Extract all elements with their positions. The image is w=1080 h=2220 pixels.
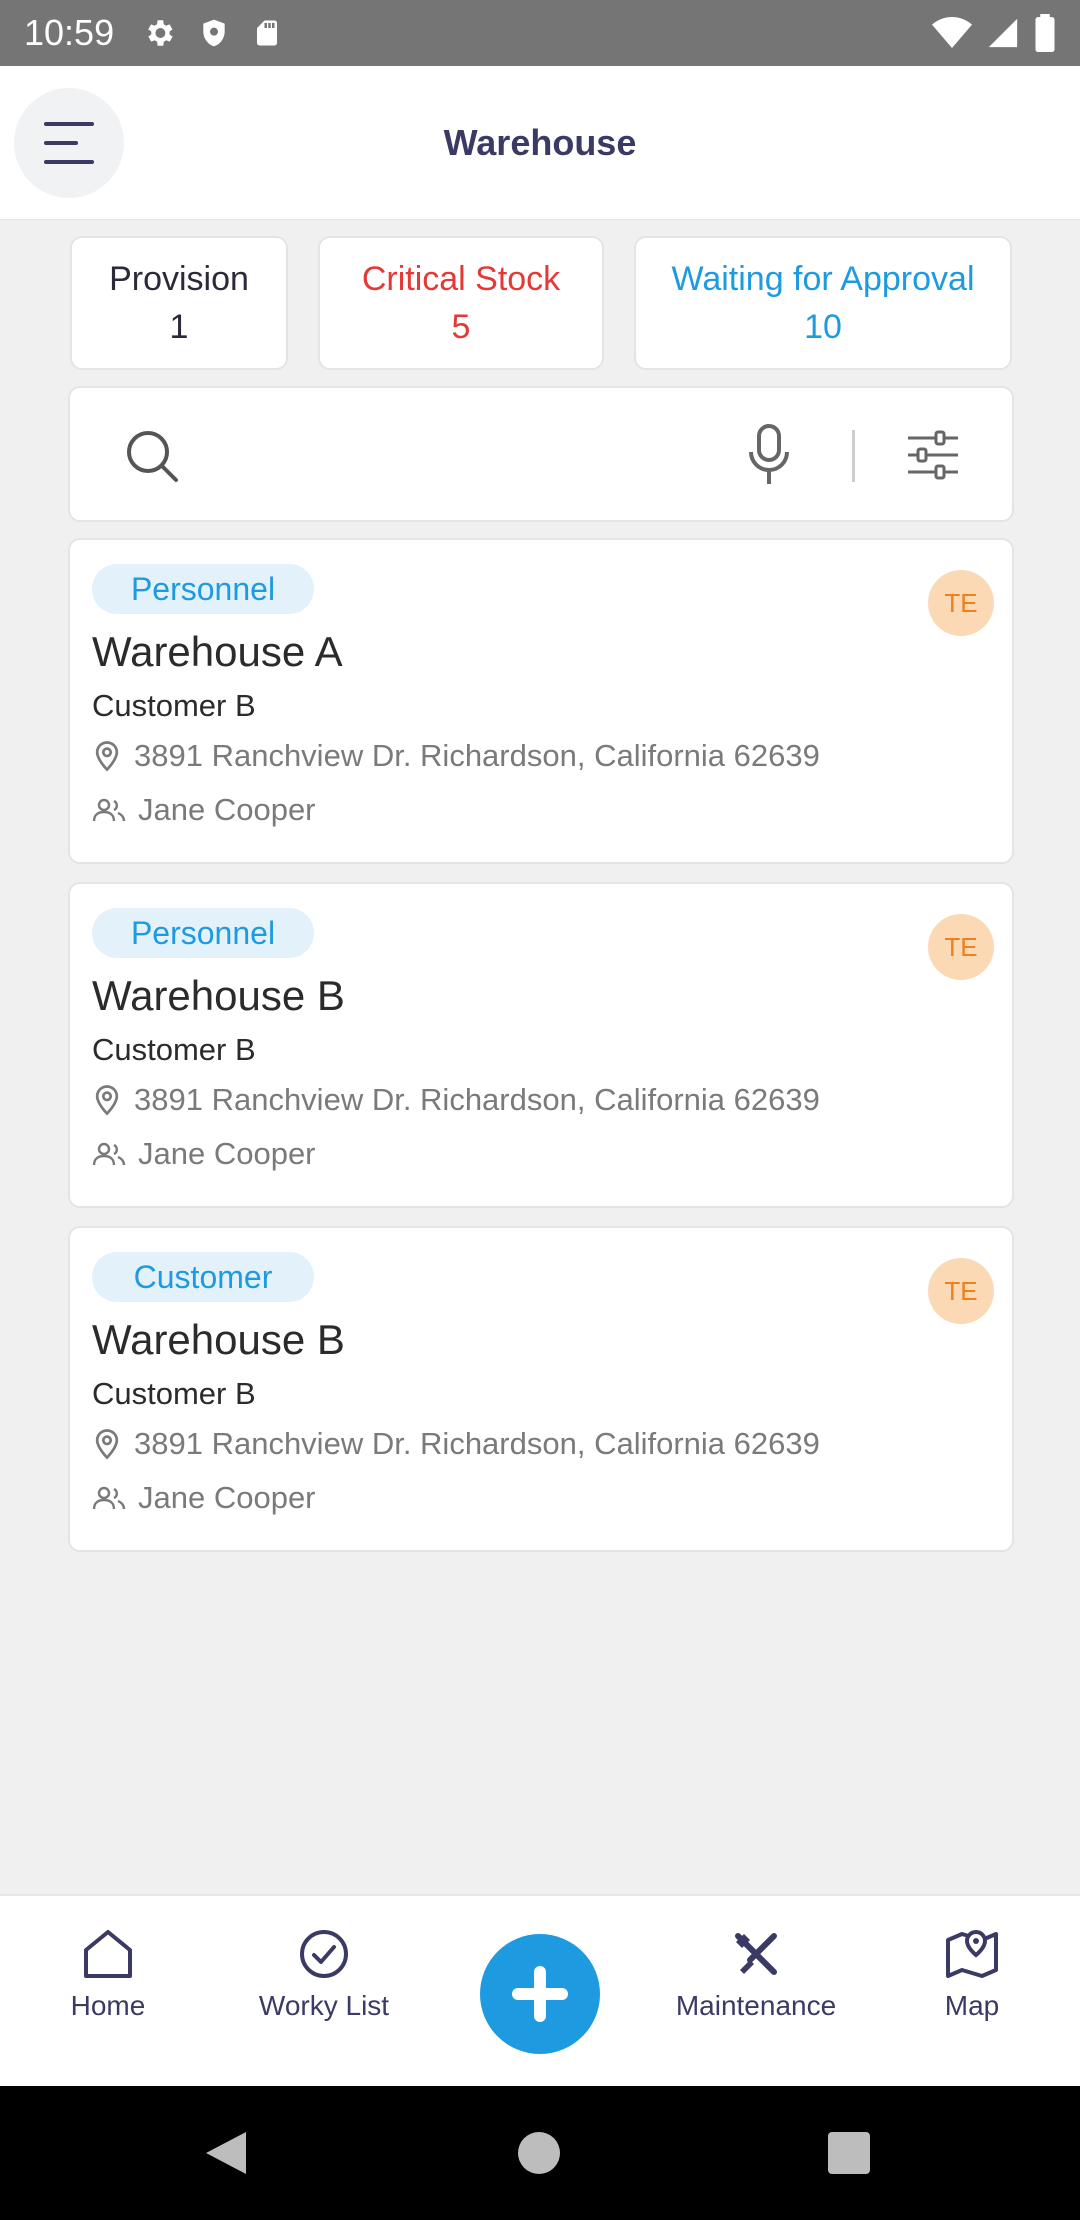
settings-icon — [148, 20, 173, 46]
card-address: 3891 Ranchview Dr. Richardson, Californi… — [134, 738, 820, 773]
card-address: 3891 Ranchview Dr. Richardson, Californi… — [134, 1426, 820, 1461]
search-divider — [852, 430, 855, 482]
card-title: Warehouse B — [92, 972, 345, 1019]
people-icon — [92, 1486, 126, 1510]
nav-worky-list-label: Worky List — [258, 1990, 390, 2021]
critical-stock-count: 5 — [451, 308, 471, 346]
card-address: 3891 Ranchview Dr. Richardson, Californi… — [134, 1082, 820, 1117]
status-time: 10:59 — [24, 12, 115, 53]
card-person-row: Jane Cooper — [92, 792, 316, 828]
warehouse-card[interactable]: Customer TE Warehouse B Customer B 3891 … — [68, 1226, 1014, 1552]
bottom-navigation: Home Worky List Maintenance Map — [0, 1894, 1080, 2086]
tools-icon — [735, 1933, 777, 1975]
card-title: Warehouse A — [92, 628, 343, 675]
card-person-row: Jane Cooper — [92, 1136, 316, 1172]
wifi-icon — [932, 17, 972, 48]
status-icons-left — [142, 16, 282, 50]
nav-map[interactable]: Map — [872, 1926, 1072, 2022]
warehouse-card[interactable]: Personnel TE Warehouse A Customer B 3891… — [68, 538, 1014, 864]
waiting-approval-summary-chip[interactable]: Waiting for Approval 10 — [634, 236, 1012, 370]
nav-home[interactable]: Home — [8, 1926, 208, 2022]
search-bar — [68, 386, 1014, 522]
recents-square-icon[interactable] — [828, 2132, 870, 2174]
provision-label: Provision — [109, 260, 249, 298]
avatar: TE — [928, 914, 994, 980]
search-input[interactable] — [190, 422, 790, 488]
sd-card-icon — [257, 20, 278, 46]
add-button[interactable] — [480, 1934, 600, 2054]
card-address-row: 3891 Ranchview Dr. Richardson, Californi… — [92, 738, 820, 774]
provision-count: 1 — [169, 308, 189, 346]
status-bar: 10:59 — [0, 0, 1080, 66]
waiting-approval-count: 10 — [804, 308, 842, 346]
card-person-row: Jane Cooper — [92, 1480, 316, 1516]
card-customer: Customer B — [92, 1032, 256, 1067]
location-pin-icon — [95, 741, 119, 772]
back-icon[interactable] — [204, 2130, 248, 2176]
status-icons-right — [932, 14, 1056, 52]
microphone-icon[interactable] — [746, 424, 792, 486]
app-header: Warehouse — [0, 66, 1080, 220]
home-icon — [84, 1930, 132, 1978]
card-tag: Customer — [92, 1252, 314, 1302]
card-person: Jane Cooper — [138, 1136, 316, 1171]
card-customer: Customer B — [92, 688, 256, 723]
location-pin-icon — [95, 1085, 119, 1116]
warehouse-card[interactable]: Personnel TE Warehouse B Customer B 3891… — [68, 882, 1014, 1208]
waiting-approval-label: Waiting for Approval — [671, 260, 975, 298]
card-address-row: 3891 Ranchview Dr. Richardson, Californi… — [92, 1082, 820, 1118]
map-icon — [946, 1929, 998, 1978]
plus-icon — [512, 1966, 568, 2022]
home-circle-icon[interactable] — [518, 2132, 560, 2174]
check-circle-icon — [300, 1930, 348, 1978]
nav-worky-list[interactable]: Worky List — [224, 1926, 424, 2022]
nav-map-label: Map — [944, 1990, 1000, 2021]
critical-stock-summary-chip[interactable]: Critical Stock 5 — [318, 236, 604, 370]
card-address-row: 3891 Ranchview Dr. Richardson, Californi… — [92, 1426, 820, 1462]
nav-home-label: Home — [70, 1990, 146, 2021]
page-title: Warehouse — [443, 122, 637, 163]
battery-icon — [1035, 14, 1055, 52]
people-icon — [92, 1142, 126, 1166]
card-person: Jane Cooper — [138, 792, 316, 827]
search-icon — [127, 431, 178, 482]
location-pin-icon — [95, 1429, 119, 1460]
critical-stock-label: Critical Stock — [361, 260, 561, 298]
card-person: Jane Cooper — [138, 1480, 316, 1515]
system-navigation-bar — [0, 2086, 1080, 2220]
signal-icon — [988, 18, 1018, 48]
card-tag: Personnel — [92, 908, 314, 958]
people-icon — [92, 798, 126, 822]
card-title: Warehouse B — [92, 1316, 345, 1363]
card-tag: Personnel — [92, 564, 314, 614]
nav-maintenance[interactable]: Maintenance — [656, 1926, 856, 2022]
app-root: 10:59 Warehouse Provision 1 Critical Sto… — [0, 0, 1080, 2220]
avatar: TE — [928, 1258, 994, 1324]
nav-maintenance-label: Maintenance — [675, 1990, 837, 2021]
avatar: TE — [928, 570, 994, 636]
filter-sliders-icon[interactable] — [906, 430, 960, 480]
shield-icon — [203, 19, 225, 47]
card-customer: Customer B — [92, 1376, 256, 1411]
provision-summary-chip[interactable]: Provision 1 — [70, 236, 288, 370]
